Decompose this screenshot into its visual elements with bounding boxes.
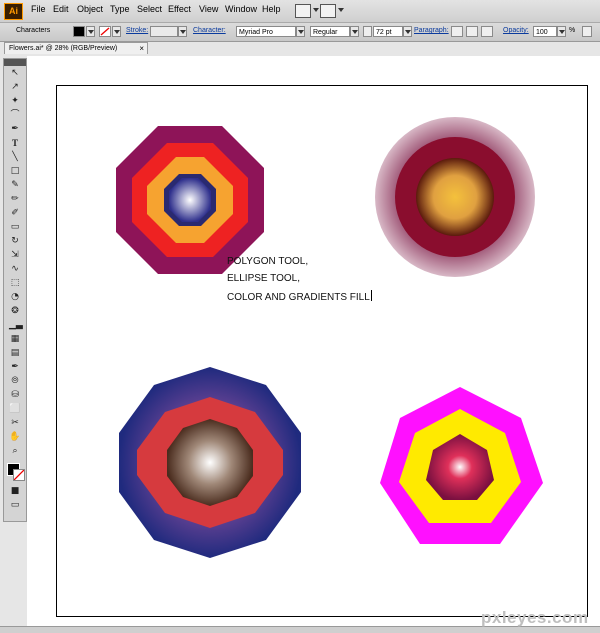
watermark: pxleyes.com [481,608,589,627]
caption-text: COLOR AND GRADIENTS FILL [227,292,370,303]
caption-line-2: ELLIPSE TOOL, [227,273,301,284]
artwork [116,117,543,558]
circle-core [416,158,494,236]
caption-line-3: COLOR AND GRADIENTS FILL [227,290,372,303]
text-cursor [370,290,372,301]
caption-line-1: POLYGON TOOL, [227,256,309,267]
